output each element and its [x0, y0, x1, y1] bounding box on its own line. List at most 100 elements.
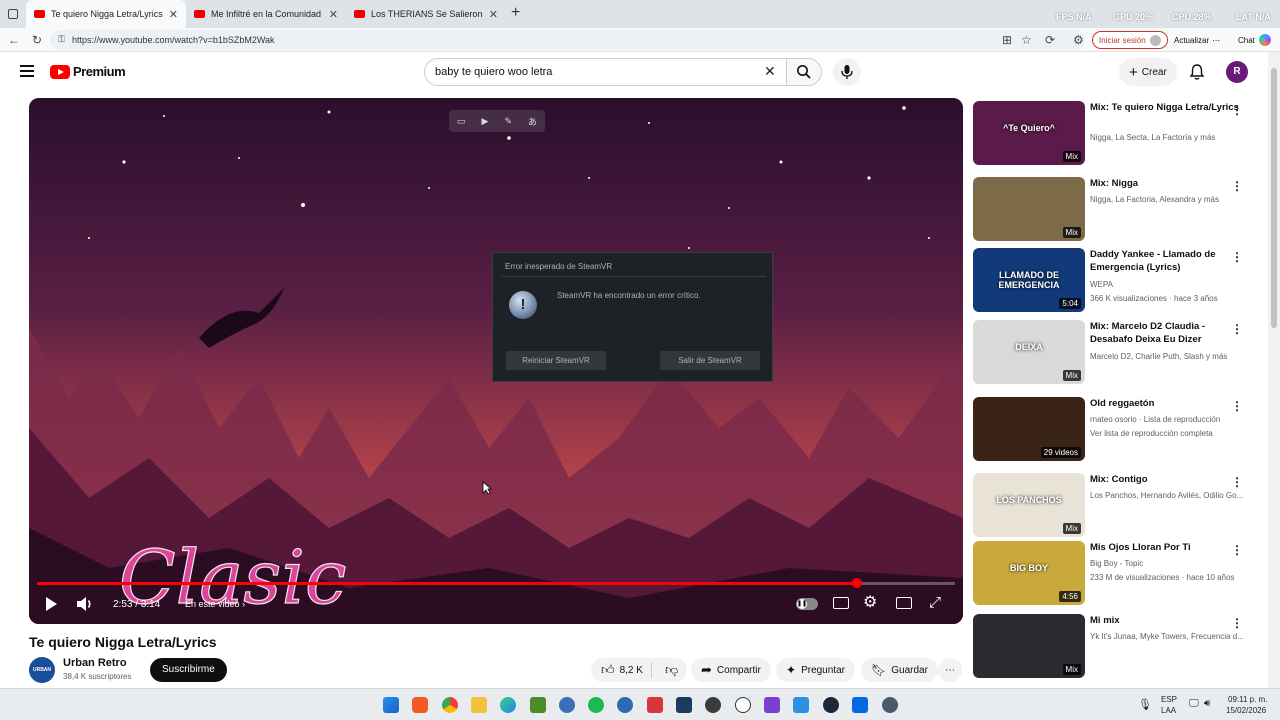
app-icon[interactable]: [559, 697, 575, 713]
sidebar-video-title[interactable]: Old reggaetón: [1090, 397, 1240, 410]
like-button[interactable]: 👍︎ 8,2 K: [591, 662, 652, 678]
openai-icon[interactable]: [735, 697, 751, 713]
windows-start-icon[interactable]: [383, 697, 399, 713]
subtitles-button[interactable]: [833, 597, 849, 609]
search-input[interactable]: baby te quiero woo letra: [424, 58, 786, 86]
red-app-icon[interactable]: [647, 697, 663, 713]
steam-icon[interactable]: [823, 697, 839, 713]
page-scrollbar[interactable]: [1268, 52, 1280, 688]
sidebar-video-item[interactable]: LLAMADO DE EMERGENCIA 5:04 Daddy Yankee - …: [973, 248, 1263, 316]
progress-scrubber[interactable]: [851, 578, 862, 588]
hamburger-menu-icon[interactable]: [20, 65, 34, 80]
ask-button[interactable]: ✦ Preguntar: [776, 658, 855, 682]
notifications-bell-icon[interactable]: [1189, 63, 1205, 81]
video-thumbnail[interactable]: Mix: [973, 614, 1085, 678]
minecraft-icon[interactable]: [530, 697, 546, 713]
xbox-icon[interactable]: [705, 697, 721, 713]
capture-icon[interactable]: ▶: [482, 116, 489, 127]
spotify-icon[interactable]: [588, 697, 604, 713]
more-options-vertical-icon[interactable]: ⋮: [1231, 250, 1243, 264]
channel-avatar[interactable]: URBAN RETRO: [29, 657, 55, 699]
sidebar-video-item[interactable]: Mix Mix: Nigga Nigga, La Factoria, Alexand…: [973, 177, 1263, 245]
close-tab-icon[interactable]: ✕: [329, 8, 338, 21]
more-options-vertical-icon[interactable]: ⋮: [1231, 616, 1243, 630]
exit-steamvr-button[interactable]: Salir de SteamVR: [660, 351, 760, 370]
dislike-button[interactable]: 👎︎: [657, 662, 686, 678]
user-avatar[interactable]: R: [1226, 61, 1248, 83]
photos-icon[interactable]: [793, 697, 809, 713]
meta-icon[interactable]: [852, 697, 868, 713]
sidebar-video-title[interactable]: Daddy Yankee - Llamado de Emergencia (Ly…: [1090, 248, 1240, 274]
brave-browser-icon[interactable]: [412, 697, 428, 713]
refresh-icon[interactable]: ↻: [32, 33, 42, 47]
sidebar-video-item[interactable]: 29 videos Old reggaetón rnateo osorio · Li…: [973, 397, 1263, 465]
signin-button[interactable]: Iniciar sesión: [1092, 31, 1168, 49]
new-tab-icon[interactable]: +: [511, 4, 520, 22]
browser-tab-2[interactable]: Me Infiltré en la Comunidad Therian ✕: [186, 0, 346, 28]
browser-tab-3[interactable]: Los THERIANS Se Salieron De Cont ✕: [346, 0, 506, 28]
sidebar-video-title[interactable]: Mis Ojos Lloran Por Ti: [1090, 541, 1240, 554]
scrollbar-thumb[interactable]: [1271, 68, 1277, 328]
more-options-vertical-icon[interactable]: ⋮: [1231, 399, 1243, 413]
clear-search-icon[interactable]: ✕: [764, 63, 776, 80]
video-thumbnail[interactable]: Mix: [973, 177, 1085, 241]
play-button[interactable]: [44, 596, 58, 615]
pip-icon[interactable]: ▭: [457, 116, 466, 127]
microphone-tray-icon[interactable]: 🎙︎: [1138, 698, 1152, 711]
feather-app-icon[interactable]: [617, 697, 633, 713]
channel-name[interactable]: Urban Retro: [63, 657, 127, 669]
subscribe-button[interactable]: Suscribirme: [150, 658, 227, 682]
autoplay-toggle[interactable]: ❚❚: [796, 598, 818, 610]
notes-icon[interactable]: ✎: [504, 116, 512, 127]
volume-button[interactable]: [76, 596, 94, 615]
terminal-icon[interactable]: [676, 697, 692, 713]
sidebar-video-item[interactable]: LOS PANCHOS Mix Mix: Contigo Los Panchos, H…: [973, 473, 1263, 541]
close-tab-icon[interactable]: ✕: [489, 8, 498, 21]
file-explorer-icon[interactable]: [471, 697, 487, 713]
progress-bar[interactable]: [37, 578, 955, 588]
close-tab-icon[interactable]: ✕: [169, 8, 178, 21]
search-button[interactable]: [786, 58, 822, 86]
sidebar-video-item[interactable]: BIG BOY 4:56 Mis Ojos Lloran Por Ti Big Boy…: [973, 541, 1263, 609]
save-button[interactable]: 🔖︎ Guardar: [861, 658, 938, 682]
edge-icon[interactable]: [500, 697, 516, 713]
sidebar-video-item[interactable]: Mix Mi mix Yk It's Junaa, Myke Towers, Fre…: [973, 614, 1263, 682]
extensions-icon[interactable]: ⊞: [1002, 33, 1012, 47]
sidebar-video-title[interactable]: Mix: Contigo: [1090, 473, 1240, 486]
sidebar-video-item[interactable]: DEIXA Mix Mix: Marcelo D2 Claudia - Desaba…: [973, 320, 1263, 388]
chat-button[interactable]: Chat: [1232, 31, 1277, 49]
more-options-vertical-icon[interactable]: ⋮: [1231, 322, 1243, 336]
share-button[interactable]: ➦ Compartir: [691, 658, 771, 682]
fullscreen-icon[interactable]: ⤢: [929, 594, 941, 611]
more-actions-button[interactable]: ⋯: [938, 658, 962, 682]
voice-search-button[interactable]: [833, 58, 861, 86]
sidebar-video-title[interactable]: Mi mix: [1090, 614, 1240, 627]
sidebar-video-title[interactable]: Mix: Marcelo D2 Claudia - Desabafo Deixa…: [1090, 320, 1240, 346]
create-button[interactable]: + Crear: [1119, 58, 1177, 86]
video-thumbnail[interactable]: LLAMADO DE EMERGENCIA 5:04: [973, 248, 1085, 312]
browser-extension-icon[interactable]: ⚙: [1073, 33, 1084, 47]
more-options-vertical-icon[interactable]: ⋮: [1231, 103, 1243, 117]
video-thumbnail[interactable]: LOS PANCHOS Mix: [973, 473, 1085, 537]
translate-icon[interactable]: あ: [528, 115, 537, 128]
language-indicator[interactable]: ESP: [1161, 695, 1177, 704]
sync-icon[interactable]: ⟳: [1045, 33, 1055, 47]
video-thumbnail[interactable]: 29 videos: [973, 397, 1085, 461]
miniplayer-icon[interactable]: [896, 597, 912, 609]
video-thumbnail[interactable]: BIG BOY 4:56: [973, 541, 1085, 605]
clock-date[interactable]: 15/02/2026: [1226, 706, 1266, 715]
more-options-vertical-icon[interactable]: ⋮: [1231, 543, 1243, 557]
back-icon[interactable]: ←: [8, 33, 20, 47]
more-options-vertical-icon[interactable]: ⋮: [1231, 475, 1243, 489]
favorite-star-icon[interactable]: ☆: [1021, 33, 1032, 47]
more-options-vertical-icon[interactable]: ⋮: [1231, 179, 1243, 193]
sidebar-video-title[interactable]: Mix: Te quiero Nigga Letra/Lyrics: [1090, 101, 1240, 114]
sidebar-video-title[interactable]: Mix: Nigga: [1090, 177, 1240, 190]
restart-steamvr-button[interactable]: Reiniciar SteamVR: [506, 351, 606, 370]
url-field[interactable]: ⚿ https://www.youtube.com/watch?v=b1bSZb…: [50, 30, 1085, 50]
update-button[interactable]: Actualizar ⋯: [1168, 31, 1226, 49]
sidebar-video-item[interactable]: ^Te Quiero^ Mix Mix: Te quiero Nigga Letra…: [973, 101, 1263, 169]
youtube-premium-logo[interactable]: Premium: [50, 64, 126, 79]
video-thumbnail[interactable]: ^Te Quiero^ Mix: [973, 101, 1085, 165]
chapter-link[interactable]: En este video ›: [185, 599, 245, 609]
